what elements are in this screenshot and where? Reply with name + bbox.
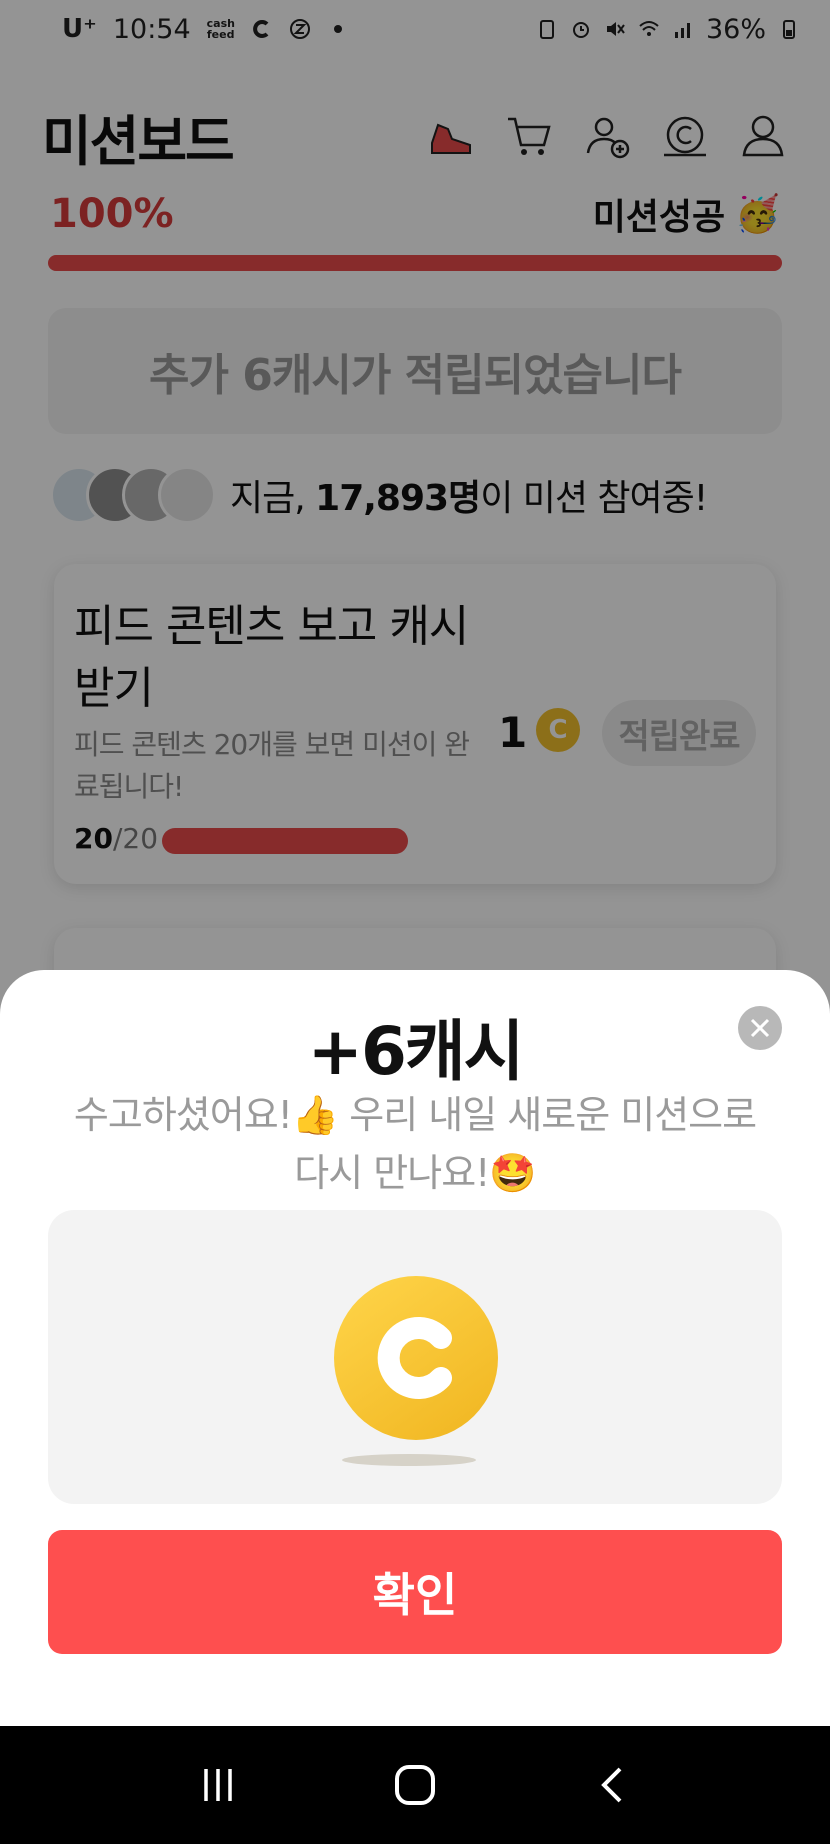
sheet-title: +6캐시: [307, 1013, 525, 1090]
confirm-button[interactable]: 확인: [48, 1530, 782, 1654]
coin-shadow: [342, 1454, 476, 1466]
home-button[interactable]: [385, 1755, 445, 1815]
back-button[interactable]: [582, 1755, 642, 1815]
recent-apps-button[interactable]: [188, 1755, 248, 1815]
back-icon: [600, 1767, 622, 1803]
coin-letter-c: [377, 1317, 452, 1399]
reward-bottom-sheet: +6캐시 수고하셨어요!👍 우리 내일 새로운 미션으로 다시 만나요!🤩 확인: [0, 970, 830, 1726]
system-nav-bar: [0, 1726, 830, 1844]
recent-apps-icon: [204, 1769, 233, 1801]
close-icon: [750, 1018, 770, 1038]
sheet-message: 수고하셨어요!👍 우리 내일 새로운 미션으로 다시 만나요!🤩: [73, 1093, 757, 1195]
coin-illustration: [48, 1210, 782, 1504]
close-button[interactable]: [738, 1006, 782, 1050]
home-icon: [394, 1765, 435, 1805]
cash-coin-icon: [334, 1276, 498, 1440]
